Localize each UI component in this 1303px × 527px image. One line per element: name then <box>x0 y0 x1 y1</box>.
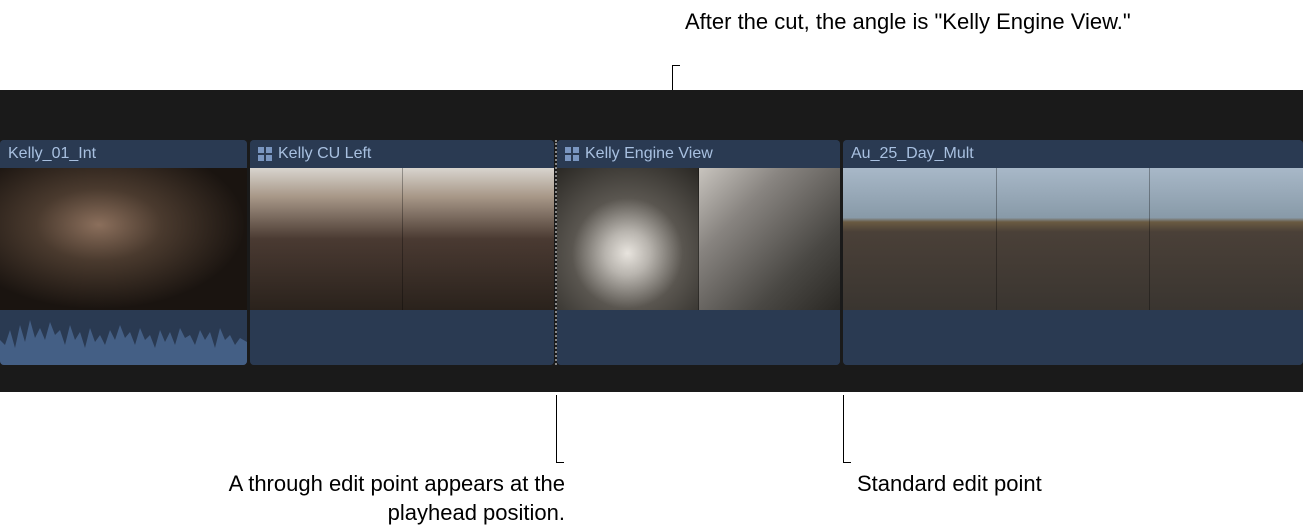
audio-waveform <box>0 310 247 365</box>
multicam-icon <box>258 147 272 161</box>
callout-top: After the cut, the angle is "Kelly Engin… <box>685 8 1131 37</box>
clip-name-label: Au_25_Day_Mult <box>851 145 974 163</box>
multicam-icon <box>565 147 579 161</box>
through-edit-marker <box>555 140 557 365</box>
clip-au-25-day-mult[interactable]: Au_25_Day_Mult <box>843 140 1303 365</box>
thumbnail <box>1150 168 1303 310</box>
clip-kelly-01-int[interactable]: Kelly_01_Int <box>0 140 247 365</box>
clip-header: Au_25_Day_Mult <box>843 140 1303 168</box>
callout-leader-bottom-left <box>556 395 557 463</box>
clip-thumbnails <box>250 168 554 310</box>
callout-bottom-right: Standard edit point <box>857 470 1042 499</box>
clip-header: Kelly CU Left <box>250 140 554 168</box>
clip-kelly-engine-view[interactable]: Kelly Engine View <box>557 140 840 365</box>
clip-header: Kelly Engine View <box>557 140 840 168</box>
callout-bottom-left: A through edit point appears at the play… <box>185 470 565 527</box>
clip-name-label: Kelly CU Left <box>278 145 371 163</box>
timeline-track[interactable]: Kelly_01_Int Kelly CU Left <box>0 140 1303 365</box>
clip-audio-lane[interactable] <box>557 310 840 365</box>
thumbnail <box>997 168 1151 310</box>
thumbnail <box>403 168 555 310</box>
thumbnail <box>250 168 403 310</box>
clip-audio-lane[interactable] <box>250 310 554 365</box>
clip-header: Kelly_01_Int <box>0 140 247 168</box>
clip-name-label: Kelly_01_Int <box>8 145 96 163</box>
clip-thumbnails <box>557 168 840 310</box>
thumbnail <box>557 168 699 310</box>
timeline[interactable]: Kelly_01_Int Kelly CU Left <box>0 90 1303 392</box>
clip-name-label: Kelly Engine View <box>585 145 713 163</box>
clip-thumbnails <box>843 168 1303 310</box>
clip-audio-lane[interactable] <box>843 310 1303 365</box>
clip-kelly-cu-left[interactable]: Kelly CU Left <box>250 140 554 365</box>
clip-audio-lane[interactable] <box>0 310 247 365</box>
thumbnail <box>843 168 997 310</box>
thumbnail <box>699 168 840 310</box>
thumbnail <box>0 168 247 310</box>
clip-thumbnails <box>0 168 247 310</box>
callout-leader-bottom-right <box>843 395 844 463</box>
